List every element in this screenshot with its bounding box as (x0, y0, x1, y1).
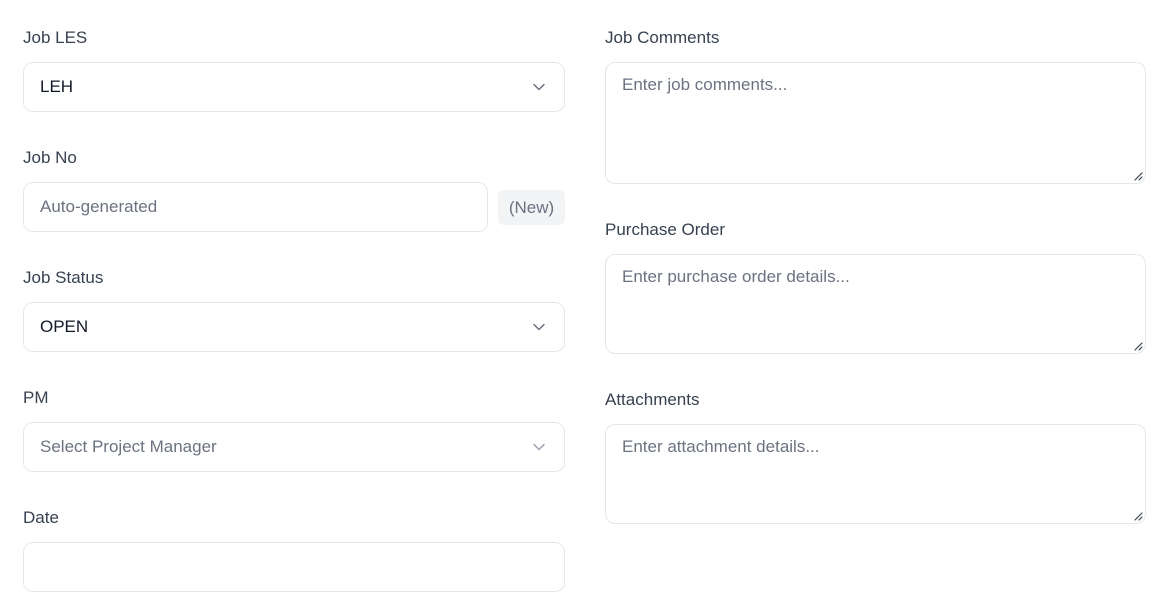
job-status-value: OPEN (40, 317, 89, 336)
attachments-placeholder: Enter attachment details... (622, 437, 820, 456)
job-status-select[interactable]: OPEN (23, 302, 565, 352)
date-input[interactable] (23, 542, 565, 592)
date-label: Date (23, 508, 59, 527)
new-badge: (New) (498, 190, 565, 225)
job-status-label: Job Status (23, 268, 104, 287)
chevron-down-icon (532, 322, 546, 332)
pm-select[interactable]: Select Project Manager (23, 422, 565, 472)
job-comments-placeholder: Enter job comments... (622, 75, 788, 94)
job-no-input[interactable]: Auto-generated (23, 182, 488, 232)
job-les-value: LEH (40, 77, 74, 96)
pm-label: PM (23, 388, 49, 407)
resize-handle-icon[interactable] (1133, 341, 1143, 351)
purchase-order-textarea[interactable]: Enter purchase order details... (605, 254, 1146, 354)
pm-placeholder: Select Project Manager (40, 437, 217, 456)
resize-handle-icon[interactable] (1133, 171, 1143, 181)
job-no-label: Job No (23, 148, 77, 167)
job-les-select[interactable]: LEH (23, 62, 565, 112)
resize-handle-icon[interactable] (1133, 511, 1143, 521)
job-les-label: Job LES (23, 28, 88, 47)
attachments-textarea[interactable]: Enter attachment details... (605, 424, 1146, 524)
job-comments-label: Job Comments (605, 28, 720, 47)
job-no-placeholder: Auto-generated (40, 197, 158, 216)
purchase-order-placeholder: Enter purchase order details... (622, 267, 850, 286)
job-comments-textarea[interactable]: Enter job comments... (605, 62, 1146, 184)
purchase-order-label: Purchase Order (605, 220, 725, 239)
chevron-down-icon (532, 442, 546, 452)
attachments-label: Attachments (605, 390, 700, 409)
chevron-down-icon (532, 82, 546, 92)
